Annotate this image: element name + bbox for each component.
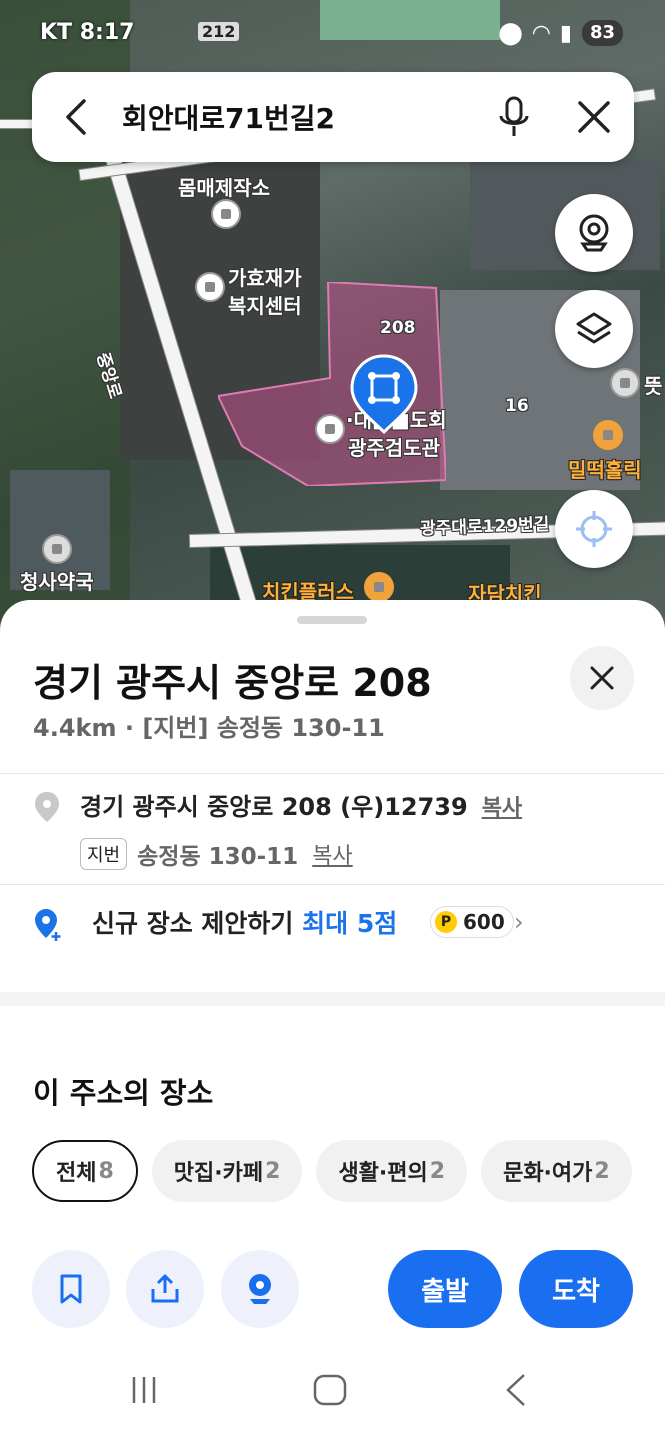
chicken-marker[interactable] [364, 572, 394, 602]
signal-icon: ▮ [559, 20, 572, 46]
map-label-restaurant[interactable]: 밀떡홀릭 [568, 454, 642, 483]
jibun-tag: 지번 [80, 838, 128, 870]
bookmark-icon [60, 1274, 82, 1304]
chip-label: 생활·편의 [338, 1161, 428, 1186]
chip-living[interactable]: 생활·편의 2 [316, 1140, 468, 1202]
chip-label: 맛집·카페 [173, 1161, 264, 1186]
arrive-button[interactable]: 도착 [519, 1250, 633, 1328]
road-address: 경기 광주시 중앙로 208 (우)12739 복사 [80, 787, 522, 822]
point-coin-icon: P [435, 911, 457, 933]
sheet-close-button[interactable] [570, 646, 634, 710]
section-divider [0, 992, 665, 1006]
chip-count: 2 [429, 1158, 446, 1184]
wifi-icon: ◠ [532, 20, 550, 46]
chip-count: 2 [265, 1158, 281, 1184]
suggest-highlight: 최대 5점 [302, 909, 398, 938]
search-bar[interactable]: 회안대로71번길2 [32, 72, 634, 162]
clear-search-button[interactable] [554, 72, 634, 162]
map-view[interactable]: 몸매제작소 가효재가 복지센터 208 16 ·대■■도회 광주검도관 밀떡홀릭… [0, 0, 665, 630]
suggest-new-place-row[interactable]: 신규 장소 제안하기 최대 5점 P 600 › [0, 900, 665, 960]
my-location-icon [576, 511, 612, 547]
chip-culture[interactable]: 문화·여가 2 [481, 1140, 632, 1202]
street-view-button[interactable] [555, 194, 633, 272]
recent-apps-button[interactable] [114, 1370, 174, 1410]
chip-label: 전체 [56, 1161, 97, 1186]
poi-marker[interactable] [315, 414, 345, 444]
place-detail-sheet: 경기 광주시 중앙로 208 4.4km · [지번] 송정동 130-11 경… [0, 600, 665, 1440]
category-chips: 전체 8 맛집·카페 2 생활·편의 2 문화·여가 2 [32, 1140, 665, 1202]
map-label-kendo-2[interactable]: 광주검도관 [348, 432, 440, 461]
place-pin-icon [249, 1274, 271, 1304]
back-arrow-icon [506, 1374, 525, 1406]
chip-count: 8 [98, 1158, 114, 1184]
recent-apps-icon [132, 1377, 156, 1403]
status-carrier-time: KT 8:17 [40, 20, 135, 45]
divider [0, 773, 665, 774]
poi-marker[interactable] [610, 368, 640, 398]
point-badge: P 600 [430, 906, 514, 938]
system-nav-bar [0, 1360, 665, 1420]
suggest-label: 신규 장소 제안하기 [92, 909, 294, 938]
add-place-icon [35, 909, 61, 941]
map-label-welfare-1[interactable]: 가효재가 [228, 262, 302, 291]
chip-count: 2 [594, 1158, 610, 1184]
map-label-road-right: 광주대로129번길 [419, 514, 550, 540]
voice-search-button[interactable] [474, 72, 554, 162]
location-status-icon: ⬤ [498, 20, 523, 46]
close-icon [590, 666, 614, 690]
street-view-icon [579, 214, 609, 252]
place-view-button[interactable] [221, 1250, 299, 1328]
share-button[interactable] [126, 1250, 204, 1328]
search-query[interactable]: 회안대로71번길2 [122, 97, 474, 137]
save-button[interactable] [32, 1250, 110, 1328]
map-label-welfare-2[interactable]: 복지센터 [228, 290, 302, 319]
chevron-right-icon: › [514, 908, 524, 936]
location-pin-icon [35, 792, 59, 822]
selected-location-pin[interactable] [350, 354, 418, 434]
share-icon [151, 1274, 179, 1303]
sheet-drag-handle[interactable] [297, 616, 367, 624]
layers-button[interactable] [555, 290, 633, 368]
status-bar: KT 8:17 212 ⬤ ◠ ▮ 83 [0, 14, 665, 54]
divider [0, 884, 665, 885]
suggest-text: 신규 장소 제안하기 최대 5점 [92, 904, 397, 940]
layers-icon [576, 312, 612, 344]
map-label-partial[interactable]: 뜻 [644, 370, 662, 399]
chip-all[interactable]: 전체 8 [32, 1140, 138, 1202]
jibun-address-row: 지번 송정동 130-11 복사 [80, 837, 353, 871]
system-back-button[interactable] [486, 1370, 546, 1410]
home-icon [313, 1374, 347, 1406]
mic-icon [499, 96, 529, 136]
battery-indicator: 83 [581, 20, 623, 46]
jibun-address: 송정동 130-11 [137, 844, 299, 870]
map-label-parcel-number: 208 [380, 318, 416, 338]
back-arrow-icon [66, 99, 86, 135]
poi-marker[interactable] [211, 199, 241, 229]
place-subtitle: 4.4km · [지번] 송정동 130-11 [33, 714, 385, 742]
pharmacy-marker[interactable] [42, 534, 72, 564]
depart-button[interactable]: 출발 [388, 1250, 502, 1328]
chip-food-cafe[interactable]: 맛집·카페 2 [151, 1140, 303, 1202]
place-title: 경기 광주시 중앙로 208 [33, 661, 432, 705]
back-button[interactable] [32, 72, 122, 162]
road-address-text: 경기 광주시 중앙로 208 (우)12739 [80, 793, 468, 821]
copy-road-address-link[interactable]: 복사 [482, 796, 522, 821]
action-bar: 출발 도착 [0, 1250, 665, 1330]
map-label-pharmacy[interactable]: 청사약국 [20, 566, 94, 595]
places-section-title: 이 주소의 장소 [33, 1076, 214, 1110]
map-label-building-16: 16 [505, 396, 529, 416]
restaurant-marker[interactable] [593, 420, 623, 450]
my-location-button[interactable] [555, 490, 633, 568]
map-label-factory[interactable]: 몸매제작소 [178, 172, 270, 201]
point-amount: 600 [463, 910, 505, 934]
poi-marker[interactable] [195, 272, 225, 302]
copy-jibun-address-link[interactable]: 복사 [312, 838, 352, 870]
chip-label: 문화·여가 [503, 1161, 593, 1186]
close-icon [578, 101, 610, 133]
home-button[interactable] [300, 1370, 360, 1410]
status-app-badge: 212 [198, 22, 240, 41]
